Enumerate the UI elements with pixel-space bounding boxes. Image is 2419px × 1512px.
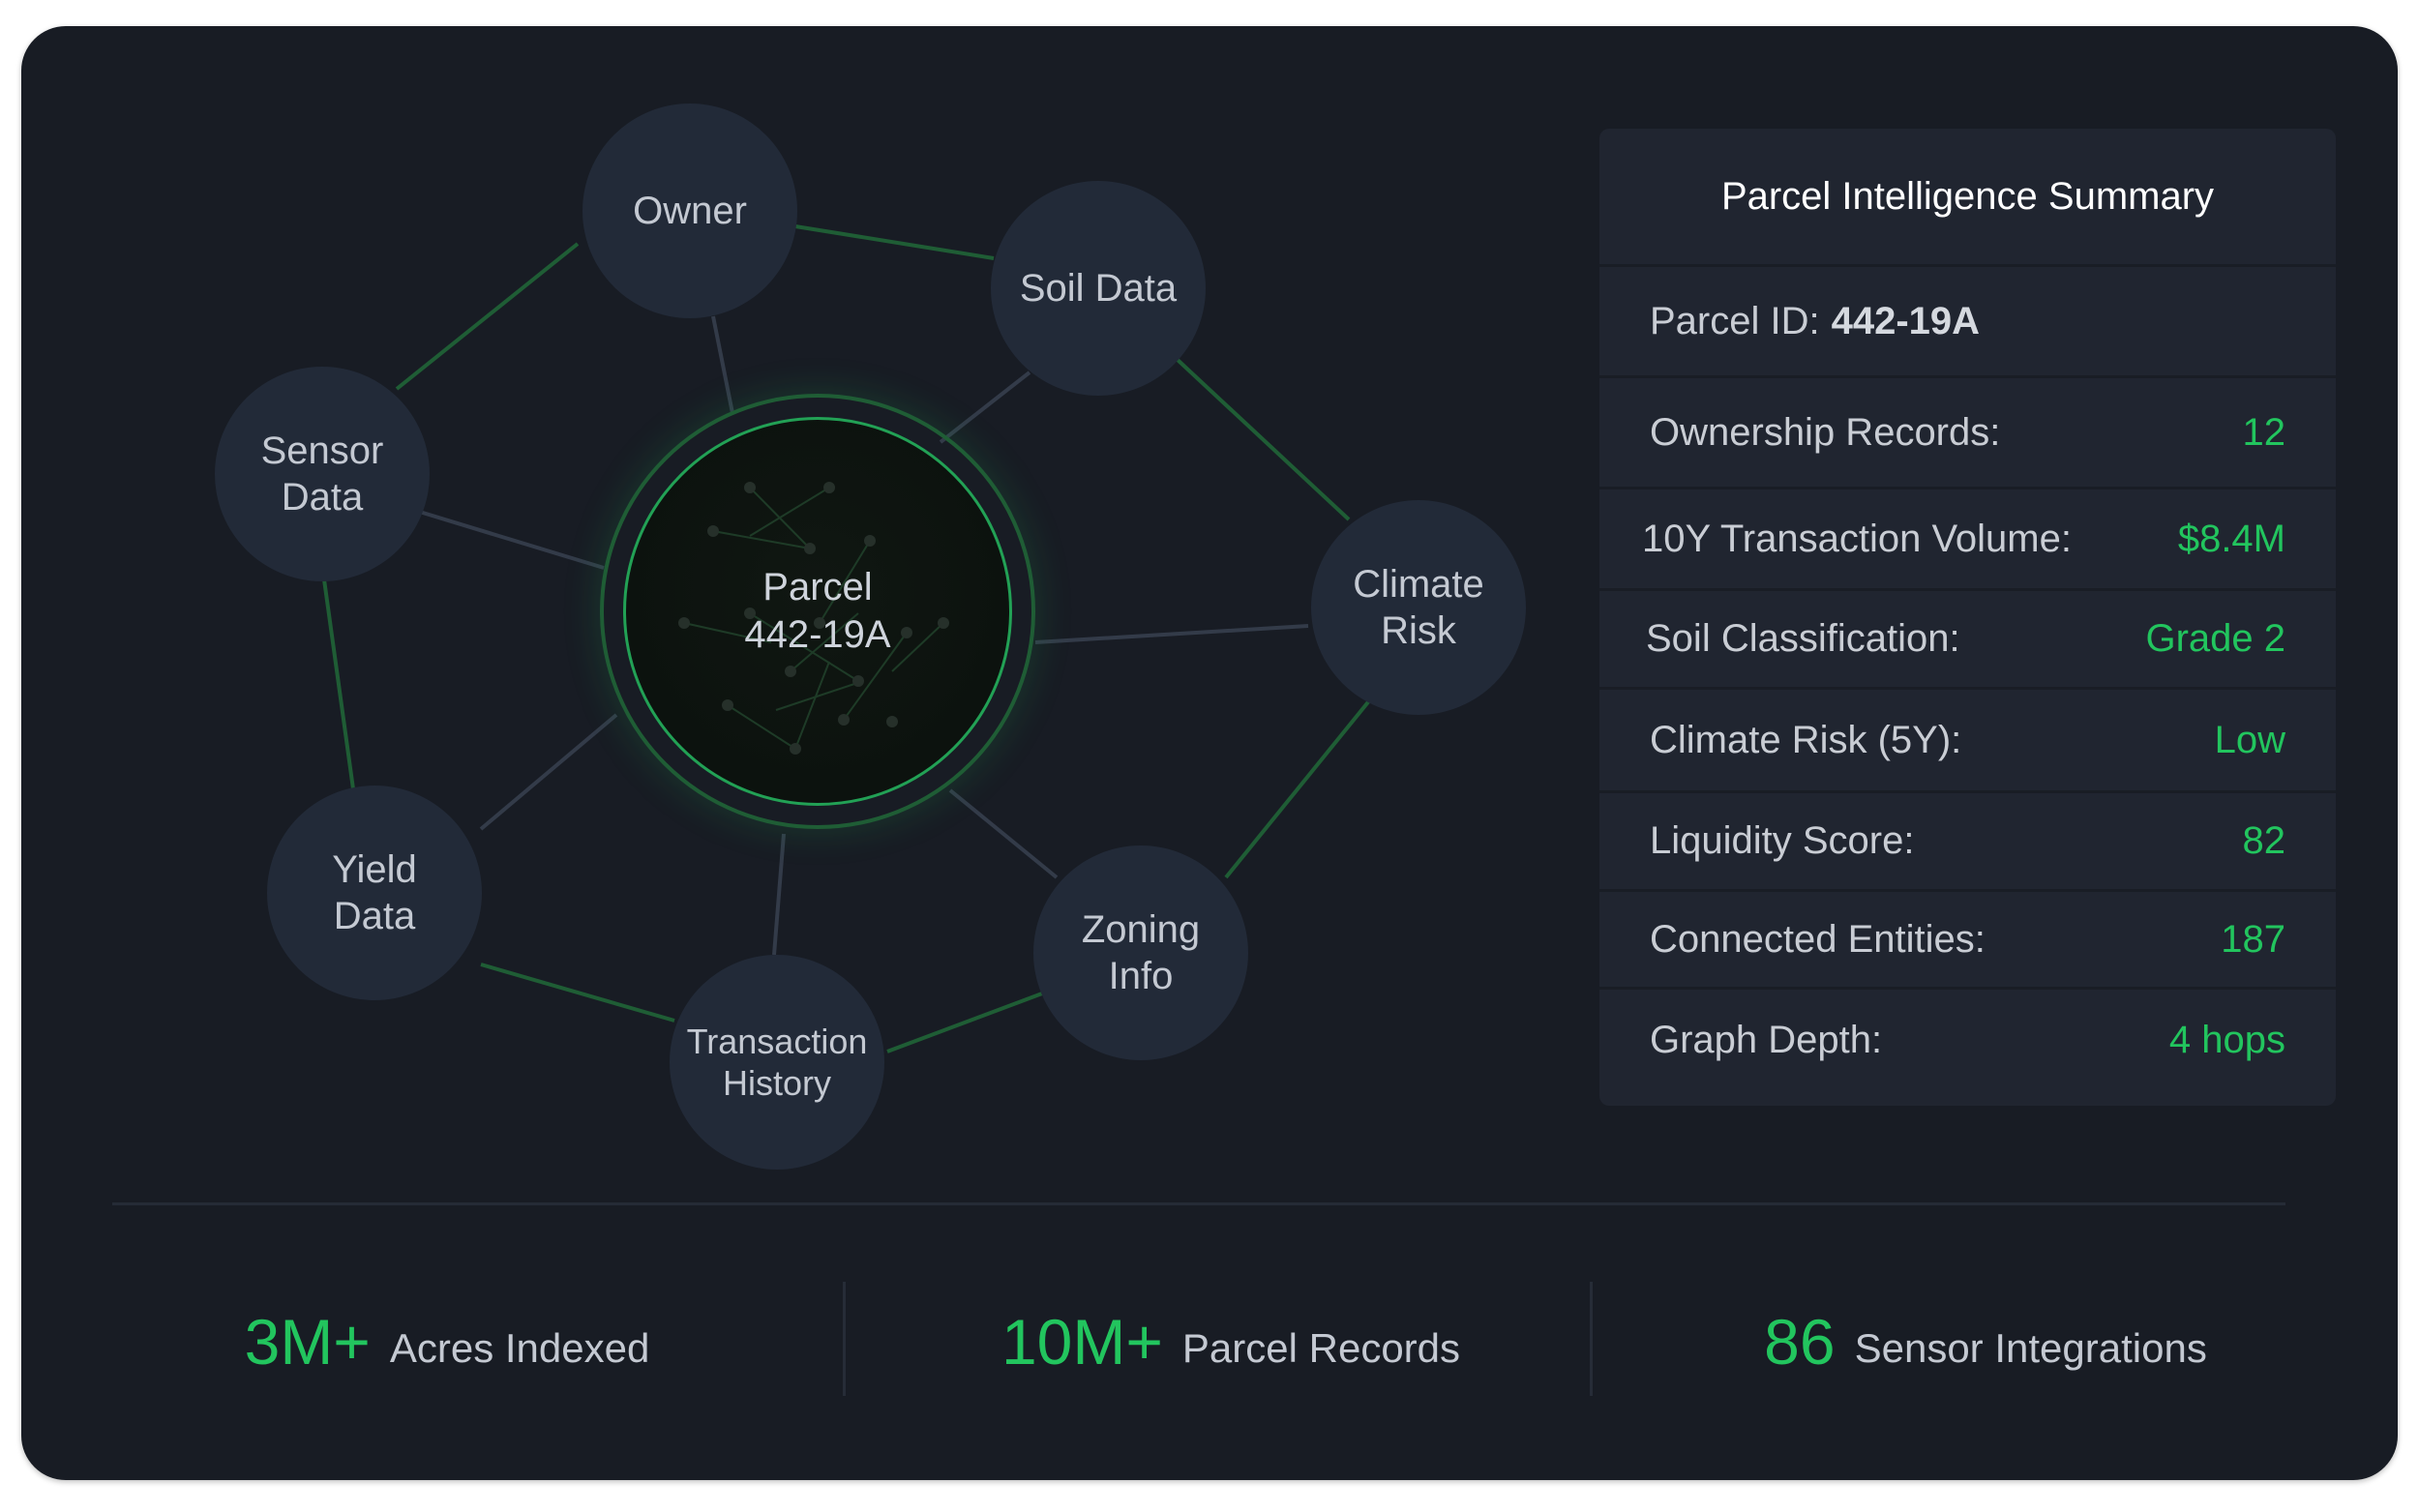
node-soil-label: Soil Data [1019, 267, 1178, 310]
spoke-climate [1034, 624, 1309, 644]
row-label: 10Y Transaction Volume: [1642, 517, 2072, 560]
stat-number: 86 [1764, 1306, 1836, 1378]
edge-yield-sensor [321, 572, 357, 804]
row-label: Climate Risk (5Y): [1650, 718, 1962, 761]
edge-zoning-transaction [886, 992, 1043, 1053]
row-value: 82 [2242, 819, 2286, 862]
node-transaction-line1: Transaction [686, 1021, 868, 1061]
node-owner-label: Owner [633, 190, 747, 232]
edge-soil-climate [1176, 358, 1351, 521]
node-sensor-line1: Sensor [260, 430, 384, 472]
row-label: Soil Classification: [1646, 617, 1960, 660]
edge-owner-soil [794, 224, 995, 260]
central-parcel-node[interactable]: Parcel 442-19A [600, 394, 1035, 829]
node-climate-line2: Risk [1381, 609, 1456, 652]
node-yield-line2: Data [333, 895, 416, 937]
row-value: $8.4M [2177, 517, 2285, 560]
row-label: Ownership Records: [1650, 410, 2001, 454]
central-node-label: Parcel 442-19A [626, 420, 1009, 803]
stat-separator [843, 1282, 846, 1396]
panel-title: Parcel Intelligence Summary [1599, 129, 2336, 267]
central-node-core: Parcel 442-19A [623, 417, 1012, 806]
node-sensor-line2: Data [281, 476, 364, 519]
stat-label: Sensor Integrations [1854, 1325, 2207, 1371]
stat-number: 10M+ [1000, 1306, 1163, 1378]
summary-row: Graph Depth: 4 hops [1599, 990, 2336, 1090]
node-zoning-line1: Zoning [1081, 908, 1201, 951]
node-yield-data[interactable]: Yield Data [267, 786, 482, 1000]
stat-label: Parcel Records [1181, 1325, 1461, 1371]
node-yield-line1: Yield [332, 848, 417, 891]
spoke-sensor [412, 508, 605, 570]
parcel-id-row: Parcel ID: 442-19A [1599, 267, 2336, 378]
central-node-id: 442-19A [744, 613, 891, 656]
summary-row: 10Y Transaction Volume: $8.4M [1599, 489, 2336, 591]
spoke-owner [711, 315, 734, 414]
node-transaction-line2: History [722, 1063, 831, 1103]
node-climate-line1: Climate [1353, 563, 1484, 606]
parcel-summary-panel: Parcel Intelligence Summary Parcel ID: 4… [1599, 129, 2336, 1106]
spoke-zoning [948, 788, 1059, 879]
row-value: 187 [2221, 917, 2285, 961]
stat-label: Acres Indexed [389, 1325, 650, 1371]
row-value: Low [2214, 718, 2285, 761]
spoke-yield [479, 713, 618, 831]
parcel-id-value: 442-19A [1831, 299, 1981, 342]
stat-sensor-integrations: 86 Sensor Integrations [1647, 1284, 2324, 1400]
spoke-transaction [772, 833, 786, 956]
dashboard-card: Parcel 442-19A Owner Soil Data Sensor Da… [21, 26, 2398, 1480]
summary-row: Connected Entities: 187 [1599, 892, 2336, 990]
edge-sensor-owner [395, 242, 580, 391]
section-divider [112, 1202, 2285, 1205]
row-value: 12 [2242, 410, 2286, 454]
edge-climate-zoning [1224, 697, 1373, 879]
summary-row: Soil Classification: Grade 2 [1599, 591, 2336, 690]
node-zoning-info[interactable]: Zoning Info [1033, 845, 1248, 1060]
summary-row: Climate Risk (5Y): Low [1599, 690, 2336, 793]
parcel-id-label: Parcel ID: [1650, 299, 1820, 342]
stat-parcel-records: 10M+ Parcel Records [892, 1284, 1569, 1400]
node-zoning-line2: Info [1108, 955, 1174, 997]
row-value: 4 hops [2168, 1018, 2285, 1061]
node-owner[interactable]: Owner [582, 104, 797, 318]
summary-row: Liquidity Score: 82 [1599, 793, 2336, 892]
stat-number: 3M+ [244, 1306, 371, 1378]
central-node-title: Parcel [762, 566, 873, 609]
node-sensor-data[interactable]: Sensor Data [215, 367, 430, 581]
node-soil-data[interactable]: Soil Data [991, 181, 1206, 396]
summary-row: Ownership Records: 12 [1599, 378, 2336, 489]
node-transaction-history[interactable]: Transaction History [670, 955, 884, 1170]
edge-transaction-yield [480, 963, 675, 1023]
node-climate-risk[interactable]: Climate Risk [1311, 500, 1526, 715]
stat-acres: 3M+ Acres Indexed [157, 1284, 737, 1400]
row-label: Connected Entities: [1650, 917, 1986, 961]
knowledge-graph: Parcel 442-19A Owner Soil Data Sensor Da… [21, 26, 1569, 1206]
row-label: Liquidity Score: [1650, 819, 1915, 862]
stat-separator [1590, 1282, 1593, 1396]
row-value: Grade 2 [2145, 617, 2285, 660]
row-label: Graph Depth: [1650, 1018, 1883, 1061]
